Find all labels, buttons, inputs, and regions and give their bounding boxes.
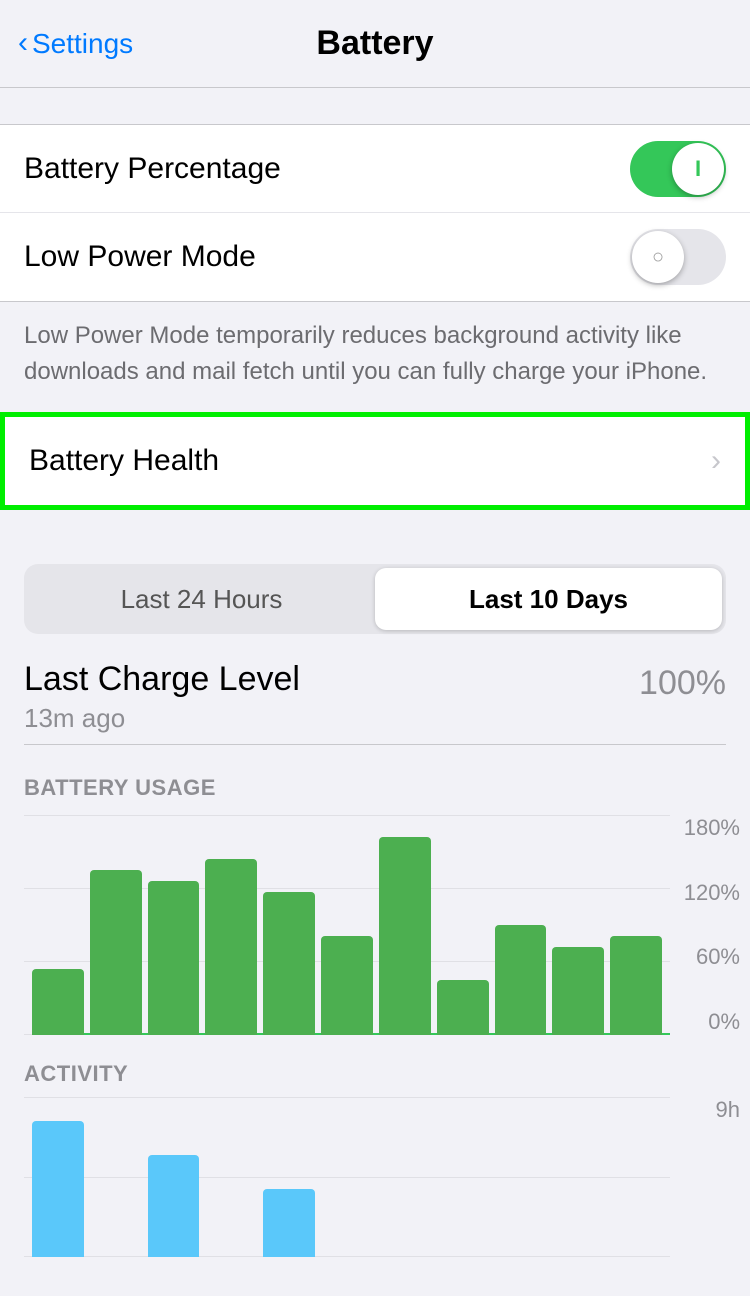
battery-bar [263,892,315,1035]
battery-bar-col [379,815,431,1035]
chevron-right-icon: › [711,444,721,478]
activity-bar-col [32,1097,84,1257]
back-chevron-icon: ‹ [18,28,28,58]
battery-bar-col [148,815,200,1035]
battery-bar-col [263,815,315,1035]
battery-usage-chart-container: 180% 120% 60% 0% [0,815,750,1035]
last-charge-section: Last Charge Level 13m ago 100% [0,644,750,755]
navigation-bar: ‹ Settings Battery [0,0,750,88]
battery-usage-title: BATTERY USAGE [0,775,750,801]
activity-bar-col [148,1097,200,1257]
activity-y-labels: 9h [670,1097,750,1257]
activity-bar-col [321,1097,373,1257]
battery-settings-group: Battery Percentage I Low Power Mode ○ [0,124,750,302]
battery-bar-col [205,815,257,1035]
battery-bar [321,936,373,1035]
battery-usage-chart-inner [24,815,670,1035]
battery-health-highlight: Battery Health › [0,412,750,510]
low-power-mode-label: Low Power Mode [24,240,256,274]
battery-bar [552,947,604,1035]
y-axis-labels: 180% 120% 60% 0% [670,815,750,1035]
battery-usage-section: BATTERY USAGE 180% 120% 60% 0% [0,755,750,1045]
charge-info: Last Charge Level 13m ago [24,660,300,734]
activity-bar-col [495,1097,547,1257]
battery-bar [90,870,142,1035]
battery-bar [205,859,257,1035]
time-segment-control: Last 24 Hours Last 10 Days [24,564,726,634]
charge-title: Last Charge Level [24,660,300,699]
battery-health-row[interactable]: Battery Health › [5,417,745,505]
charge-subtitle: 13m ago [24,703,300,734]
activity-bar [148,1155,200,1257]
battery-bar [148,881,200,1035]
activity-bar-col [263,1097,315,1257]
segment-10d-label: Last 10 Days [469,584,628,615]
back-button[interactable]: ‹ Settings [18,28,133,60]
charge-percentage: 100% [639,664,726,703]
activity-chart-container: 9h [0,1097,750,1257]
time-segment-wrapper: Last 24 Hours Last 10 Days [0,546,750,644]
battery-bar-col [437,815,489,1035]
battery-bar [32,969,84,1035]
battery-percentage-label: Battery Percentage [24,152,281,186]
battery-bar-col [32,815,84,1035]
back-label: Settings [32,28,133,60]
activity-section: ACTIVITY 9h [0,1045,750,1257]
y-label-120: 120% [684,880,740,906]
page-title: Battery [316,24,433,63]
battery-bar-col [610,815,662,1035]
segment-last-10-days[interactable]: Last 10 Days [375,568,722,630]
activity-bar-col [379,1097,431,1257]
activity-bars-container [24,1097,670,1257]
battery-bar-col [321,815,373,1035]
battery-bar-col [552,815,604,1035]
battery-bar-col [90,815,142,1035]
top-spacer [0,88,750,124]
low-power-description: Low Power Mode temporarily reduces backg… [0,302,750,412]
battery-usage-bars [24,815,670,1035]
activity-bar-col [90,1097,142,1257]
low-power-mode-toggle[interactable]: ○ [630,229,726,285]
y-label-0: 0% [708,1009,740,1035]
activity-bar-col [437,1097,489,1257]
battery-bar [610,936,662,1035]
battery-bar [379,837,431,1035]
low-power-mode-row: Low Power Mode ○ [0,213,750,301]
charge-divider [24,744,726,745]
battery-percentage-row: Battery Percentage I [0,125,750,213]
battery-bar-col [495,815,547,1035]
battery-bar [495,925,547,1035]
toggle-knob: I [672,143,724,195]
toggle-knob-off: ○ [632,231,684,283]
battery-percentage-toggle[interactable]: I [630,141,726,197]
charge-row: Last Charge Level 13m ago 100% [24,660,726,734]
toggle-icon: I [695,156,701,182]
activity-title: ACTIVITY [0,1061,750,1087]
y-label-60: 60% [696,944,740,970]
activity-bar-col [552,1097,604,1257]
toggle-icon-off: ○ [652,246,664,269]
mid-spacer [0,510,750,546]
battery-bar [437,980,489,1035]
activity-bar [263,1189,315,1257]
battery-health-label: Battery Health [29,444,219,478]
segment-last-24-hours[interactable]: Last 24 Hours [28,568,375,630]
segment-24h-label: Last 24 Hours [121,584,283,615]
activity-y-label-9h: 9h [716,1097,740,1123]
activity-chart-inner [24,1097,670,1257]
activity-bar-col [610,1097,662,1257]
y-label-180: 180% [684,815,740,841]
activity-bar [32,1121,84,1257]
activity-bar-col [205,1097,257,1257]
